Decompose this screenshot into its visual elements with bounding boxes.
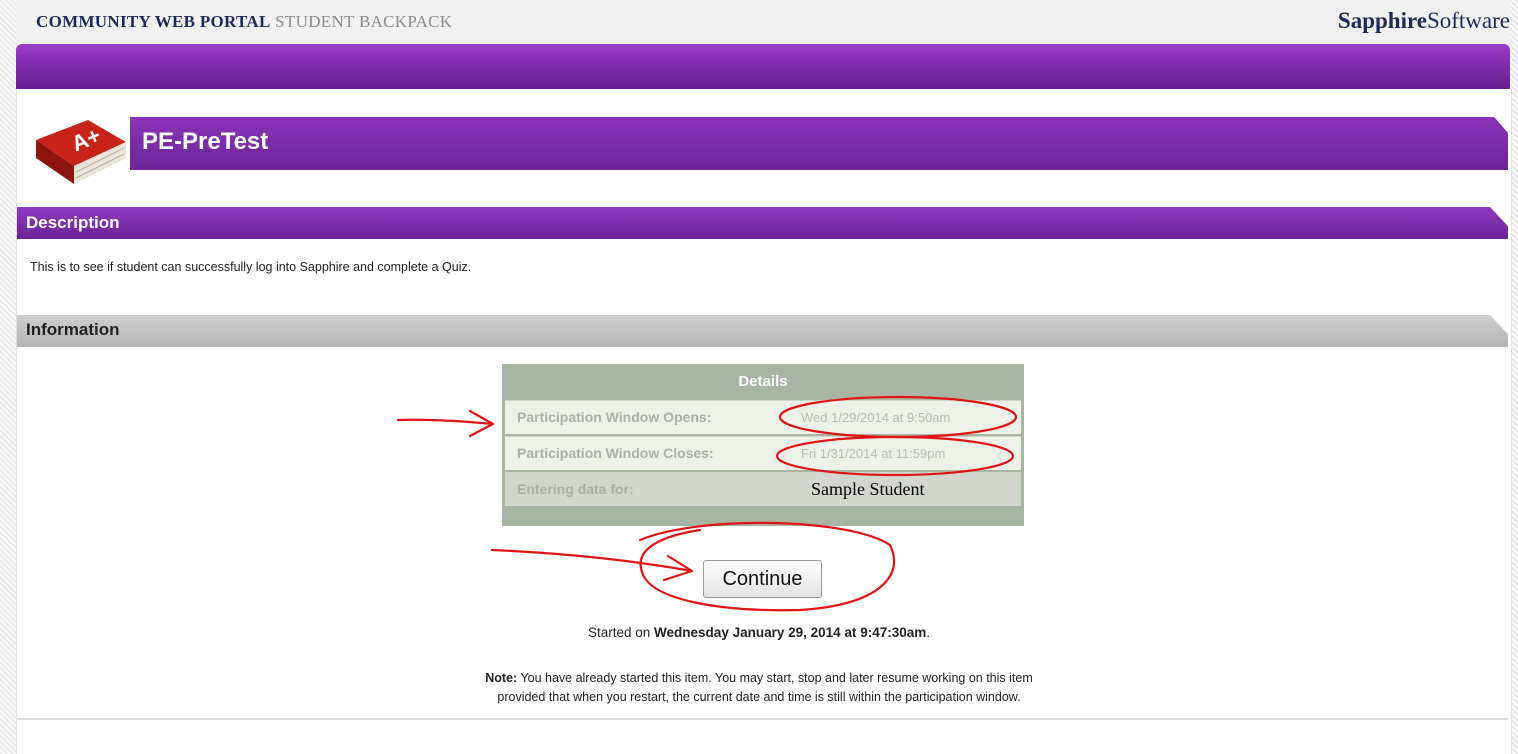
detail-label: Participation Window Opens: <box>517 409 712 425</box>
student-name: Sample Student <box>811 479 925 499</box>
detail-value: Fri 1/31/2014 at 11:59pm <box>801 446 946 461</box>
detail-row-opens: Participation Window Opens: Wed 1/29/201… <box>505 400 1021 434</box>
brand-regular: Software <box>1426 8 1510 33</box>
detail-value: Wed 1/29/2014 at 9:50am <box>801 410 951 425</box>
description-bar <box>17 207 1508 239</box>
portal-title: COMMUNITY WEB PORTAL STUDENT BACKPACK <box>36 12 452 32</box>
a-plus-book-icon: A+ <box>36 120 126 184</box>
description-text: This is to see if student can successful… <box>30 260 472 274</box>
information-bar <box>17 315 1508 347</box>
note-line-1: You have already started this item. You … <box>520 671 1033 685</box>
quiz-title: PE-PreTest <box>142 128 269 155</box>
note-label: Note: <box>485 671 518 685</box>
detail-label: Entering data for: <box>517 481 634 497</box>
detail-label: Participation Window Closes: <box>517 445 714 461</box>
started-date: Wednesday January 29, 2014 <box>654 625 841 640</box>
brand-bold: Sapphire <box>1337 8 1427 33</box>
detail-row-closes: Participation Window Closes: Fri 1/31/20… <box>505 436 1021 470</box>
header-band <box>16 44 1510 89</box>
note-line-2: provided that when you restart, the curr… <box>497 690 1021 704</box>
portal-section: STUDENT BACKPACK <box>275 12 453 31</box>
brand-logo: SapphireSoftware <box>1338 8 1510 34</box>
detail-row-entering-for: Entering data for: Sample Student <box>505 472 1021 506</box>
details-heading: Details <box>738 373 788 390</box>
footer-divider <box>17 718 1508 720</box>
started-suffix: . <box>926 625 931 640</box>
quiz-title-bar <box>130 117 1508 170</box>
description-heading: Description <box>26 213 120 232</box>
continue-button[interactable]: Continue <box>703 560 822 598</box>
started-prefix: Started on <box>587 625 651 640</box>
details-table: Details Participation Window Opens: Wed … <box>502 364 1024 526</box>
started-time: 9:47:30am <box>860 625 927 640</box>
started-on-line: Started on Wednesday January 29, 2014 at… <box>0 625 1518 640</box>
information-heading: Information <box>26 320 120 339</box>
started-at: at <box>844 625 857 640</box>
portal-name: COMMUNITY WEB PORTAL <box>36 12 271 31</box>
note-text: Note: You have already started this item… <box>0 669 1518 707</box>
